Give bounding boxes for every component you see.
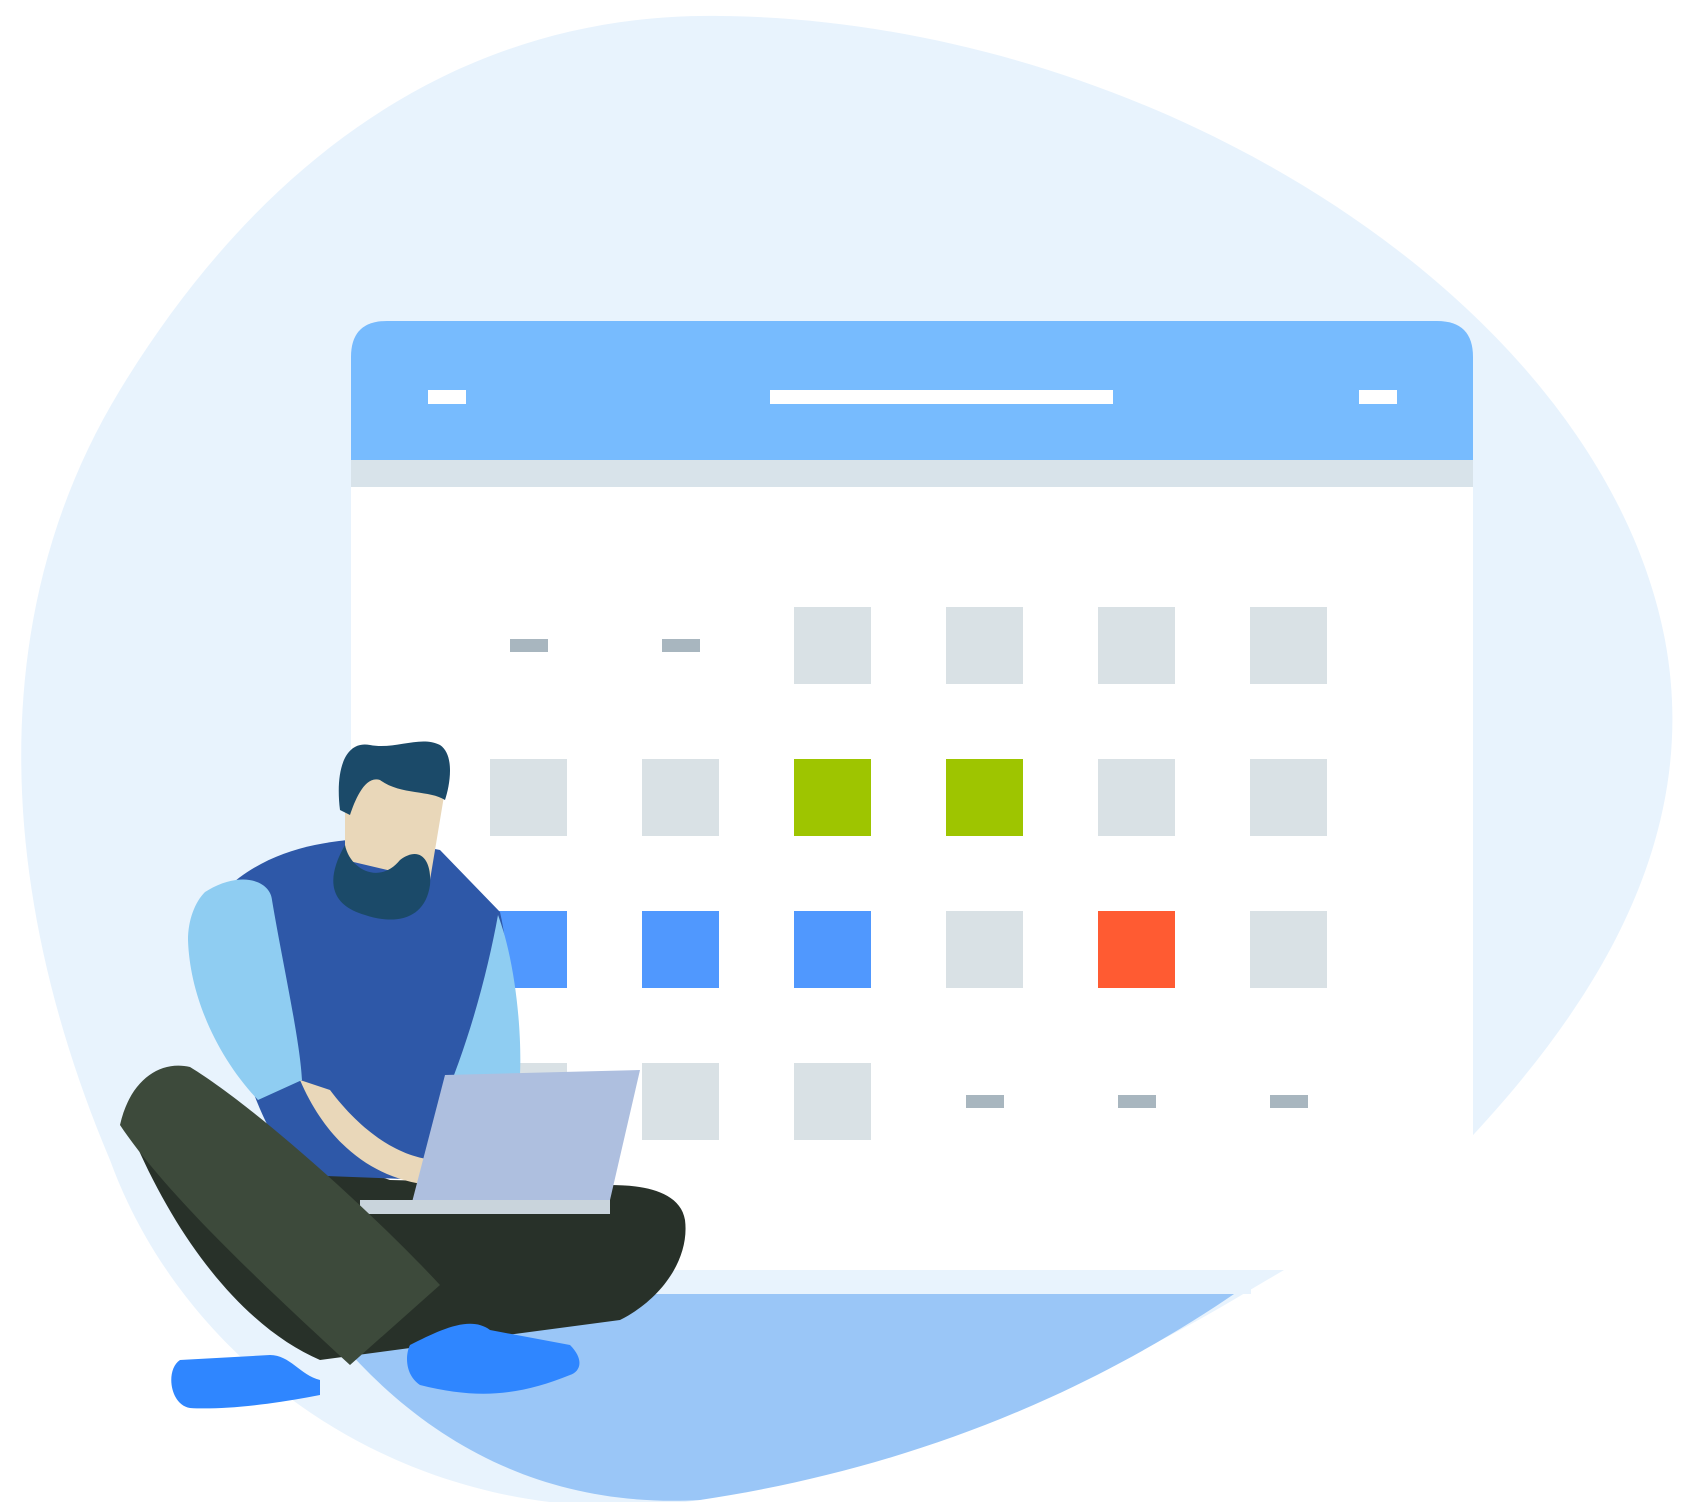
- prev-month-icon: [428, 390, 466, 404]
- calendar-subheader: [351, 460, 1473, 487]
- calendar-day-empty: [1250, 911, 1327, 988]
- calendar-day-empty: [490, 759, 567, 836]
- calendar-illustration: [21, 15, 1673, 1502]
- calendar-day-green: [946, 759, 1023, 836]
- calendar-placeholder-dash: [966, 1095, 1004, 1108]
- next-month-icon: [1359, 390, 1397, 404]
- calendar-day-empty: [946, 911, 1023, 988]
- calendar-day-empty: [1098, 607, 1175, 684]
- calendar-day-green: [794, 759, 871, 836]
- calendar-day-empty: [794, 607, 871, 684]
- calendar-placeholder-dash: [662, 639, 700, 652]
- calendar-day-empty: [794, 1063, 871, 1140]
- calendar-day-blue: [794, 911, 871, 988]
- calendar-day-orange: [1098, 911, 1175, 988]
- calendar-day-empty: [1250, 607, 1327, 684]
- month-title-placeholder: [770, 390, 1113, 404]
- laptop: [410, 1070, 640, 1210]
- calendar-day-empty: [1098, 759, 1175, 836]
- laptop-base: [360, 1200, 610, 1214]
- calendar-placeholder-dash: [510, 639, 548, 652]
- calendar-day-empty: [1250, 759, 1327, 836]
- calendar-day-empty: [642, 1063, 719, 1140]
- calendar-day-empty: [946, 607, 1023, 684]
- calendar-day-blue: [642, 911, 719, 988]
- calendar-day-empty: [642, 759, 719, 836]
- calendar-placeholder-dash: [1270, 1095, 1308, 1108]
- calendar-placeholder-dash: [1118, 1095, 1156, 1108]
- illustration: [0, 0, 1695, 1502]
